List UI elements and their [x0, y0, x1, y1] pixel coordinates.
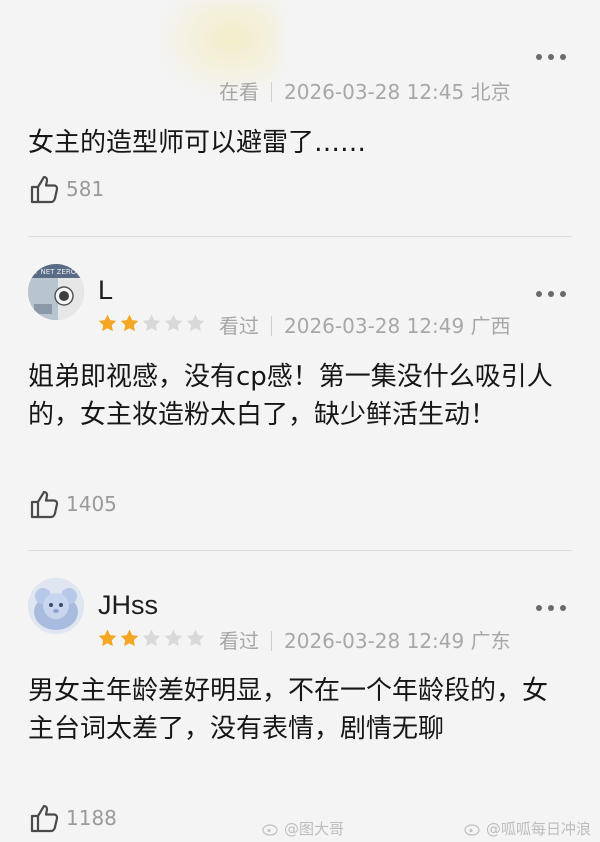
dot-icon	[560, 605, 566, 611]
dot-icon	[536, 605, 542, 611]
comment-location: 广东	[470, 629, 511, 653]
star-rating	[97, 627, 206, 649]
comment-datetime: 2026-03-28 12:49	[284, 629, 465, 653]
watermark-left: @图大哥	[262, 818, 344, 839]
watermark-left-text: @图大哥	[284, 820, 345, 838]
watermarks: @图大哥 @呱呱每日冲浪	[0, 818, 600, 842]
watermark-right: @呱呱每日冲浪	[464, 818, 591, 839]
comment-meta: 看过 2026-03-28 12:49 广东	[219, 629, 511, 653]
weibo-logo-icon	[464, 823, 480, 836]
watch-status: 看过	[219, 629, 259, 653]
star-filled-icon	[120, 629, 139, 646]
star-empty-icon	[164, 629, 183, 646]
comment-card-3: JHss 看过 2026-03-28 12:49 广东 男女主年龄差好明显，不在一…	[0, 0, 600, 842]
watermark-right-text: @呱呱每日冲浪	[486, 820, 592, 838]
weibo-logo-icon	[262, 823, 278, 836]
avatar[interactable]	[28, 578, 84, 634]
dot-icon	[548, 605, 554, 611]
star-filled-icon	[98, 629, 117, 646]
star-empty-icon	[142, 629, 161, 646]
username[interactable]: JHss	[98, 589, 158, 621]
more-options-button[interactable]	[536, 603, 566, 613]
comment-text: 男女主年龄差好明显，不在一个年龄段的，女主台词太差了，没有表情，剧情无聊	[28, 676, 549, 744]
star-empty-icon	[186, 629, 205, 646]
